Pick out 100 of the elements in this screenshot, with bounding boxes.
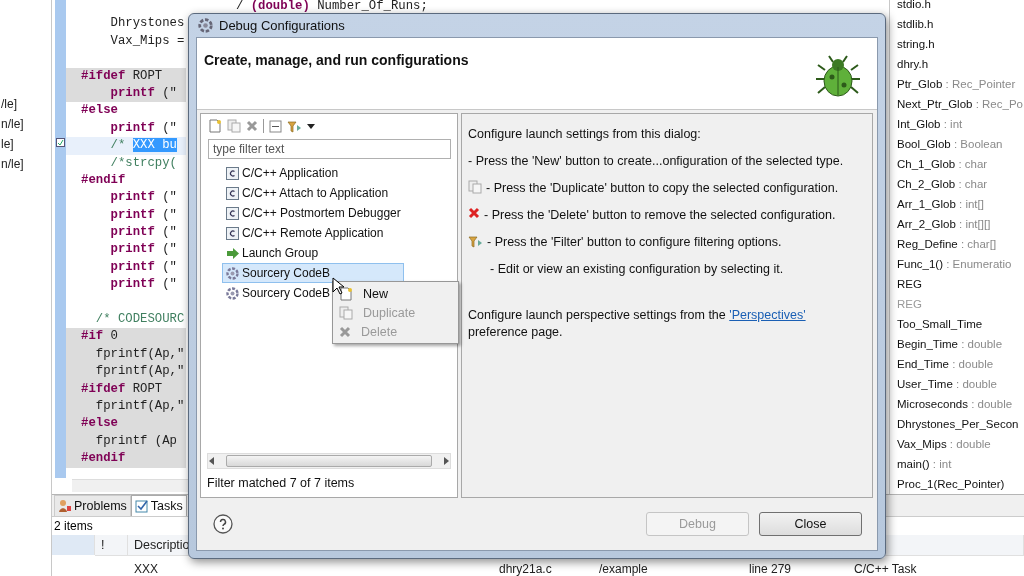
code-line: printf (": [109, 258, 178, 276]
info-text: - Press the 'Delete' button to remove the selected configuration.: [484, 207, 836, 223]
toolbar-button[interactable]: [307, 123, 315, 129]
outline-item[interactable]: string.h: [897, 34, 1024, 54]
perspectives-link[interactable]: 'Perspectives': [729, 308, 806, 322]
delete-icon: [468, 207, 480, 219]
task-marker-icon: [56, 138, 65, 147]
code-line: printf (": [109, 224, 178, 242]
tasks-icon: [134, 499, 149, 513]
code-line: /* CODESOURC: [94, 311, 186, 329]
outline-item[interactable]: Next_Ptr_Glob : Rec_Po: [897, 94, 1024, 114]
code-line: printf (": [109, 206, 178, 224]
tree-item[interactable]: C/C++ Attach to Application: [222, 183, 393, 203]
outline-item[interactable]: REG: [897, 274, 1024, 294]
table-cell-text: /example: [598, 562, 649, 576]
project-item[interactable]: n/le]: [0, 114, 51, 134]
problems-icon: [58, 499, 72, 513]
outline-item[interactable]: Begin_Time : double: [897, 334, 1024, 354]
close-button[interactable]: Close: [759, 512, 862, 536]
outline-item[interactable]: Arr_1_Glob : int[]: [897, 194, 1024, 214]
outline-item[interactable]: End_Time : double: [897, 354, 1024, 374]
delete-icon: [246, 120, 258, 132]
info-text: - Edit or view an existing configuration by selecting it.: [489, 261, 784, 277]
code-line: /*strcpy(: [109, 154, 178, 172]
tree-item[interactable]: Launch Group: [222, 243, 323, 263]
tree-item[interactable]: Sourcery CodeB: [222, 263, 404, 283]
table-cell-text: dhry21a.c: [498, 562, 553, 576]
scroll-thumb[interactable]: [226, 455, 432, 467]
project-item[interactable]: n/le]: [0, 154, 51, 174]
mouse-cursor-icon: [332, 277, 344, 295]
outline-item[interactable]: Bool_Glob : Boolean: [897, 134, 1024, 154]
filter-field[interactable]: type filter text: [208, 139, 451, 159]
filter-icon: [287, 118, 302, 134]
perspectives-paragraph: Configure launch perspective settings from the 'Perspectives' preference page.: [468, 307, 807, 341]
new-file-icon: [339, 286, 353, 301]
outline-item[interactable]: Ch_2_Glob : char: [897, 174, 1024, 194]
tree-item[interactable]: C/C++ Application: [222, 163, 343, 183]
tree-item[interactable]: Sourcery CodeB: [222, 283, 335, 303]
filter-status: Filter matched 7 of 7 items: [206, 475, 356, 492]
code-line: printf (": [109, 241, 178, 259]
filter-icon: [468, 234, 483, 249]
outline-item[interactable]: stdlib.h: [897, 14, 1024, 34]
outline-item[interactable]: Too_Small_Time: [897, 314, 1024, 334]
table-cell-text: C/C++ Task: [853, 562, 918, 576]
c-file-icon: [226, 206, 239, 220]
code-line: #endif: [80, 171, 127, 189]
outline-item[interactable]: Arr_2_Glob : int[][]: [897, 214, 1024, 234]
help-icon[interactable]: [213, 514, 233, 534]
gear-icon: [198, 18, 213, 33]
delete-icon: [339, 325, 351, 338]
table-cell-text: line 279: [748, 562, 793, 576]
code-line: printf (": [109, 189, 178, 207]
project-item[interactable]: /le]: [0, 94, 51, 114]
duplicate-icon: [339, 305, 353, 320]
info-text: Configure launch settings from this dialog:: [468, 126, 702, 143]
scroll-left-icon[interactable]: [208, 457, 216, 465]
gear-icon: [226, 266, 239, 280]
outline-item[interactable]: User_Time : double: [897, 374, 1024, 394]
outline-item[interactable]: Reg_Define : char[]: [897, 234, 1024, 254]
tree-item[interactable]: C/C++ Remote Application: [222, 223, 388, 243]
code-line: printf (": [109, 276, 178, 294]
outline-item[interactable]: Func_1() : Enumeratio: [897, 254, 1024, 274]
info-text: - Press the 'Duplicate' button to copy the selected configuration.: [486, 180, 839, 196]
window-title: Debug Configurations: [219, 18, 345, 33]
menu-item[interactable]: New: [335, 284, 456, 303]
table-cell-text: XXX: [133, 562, 159, 576]
launch-arrow-icon: [226, 247, 239, 259]
outline-item[interactable]: Proc_1(Rec_Pointer): [897, 474, 1024, 494]
view-tab[interactable]: Problems: [54, 495, 131, 516]
duplicate-icon: [468, 180, 482, 194]
outline-item[interactable]: dhry.h: [897, 54, 1024, 74]
code-line: Vax_Mips =: [109, 32, 186, 50]
outline-item[interactable]: Microseconds : double: [897, 394, 1024, 414]
horizontal-scrollbar[interactable]: [72, 479, 188, 492]
scroll-right-icon[interactable]: [442, 457, 450, 465]
toolbar-button[interactable]: [269, 119, 282, 133]
column-header[interactable]: !: [95, 535, 128, 556]
tree-item[interactable]: C/C++ Postmortem Debugger: [222, 203, 405, 223]
code-line: printf (": [109, 119, 178, 137]
project-item[interactable]: le]: [0, 134, 51, 154]
outline-item[interactable]: Vax_Mips : double: [897, 434, 1024, 454]
collapse-icon: [269, 119, 282, 133]
dialog-heading: Create, manage, and run configurations: [204, 52, 469, 70]
info-text: - Press the 'New' button to create...onfiguration of the selected type.: [468, 153, 844, 169]
info-text: - Press the 'Filter' button to configure filtering options.: [487, 234, 782, 250]
outline-item[interactable]: Ptr_Glob : Rec_Pointer: [897, 74, 1024, 94]
view-tab[interactable]: Tasks: [130, 495, 187, 516]
outline-item[interactable]: Int_Glob : int: [897, 114, 1024, 134]
outline-item[interactable]: Ch_1_Glob : char: [897, 154, 1024, 174]
new-file-icon: [208, 119, 222, 133]
dropdown-arrow-icon: [307, 123, 315, 129]
outline-item[interactable]: stdio.h: [897, 0, 1024, 14]
c-file-icon: [226, 166, 239, 180]
horizontal-scrollbar[interactable]: [207, 453, 451, 469]
outline-item[interactable]: Dhrystones_Per_Secon: [897, 414, 1024, 434]
code-line: #else: [80, 102, 119, 120]
code-line: / (double) Number_Of_Runs;: [234, 0, 428, 15]
item-count: 2 items: [53, 518, 93, 535]
outline-item[interactable]: main() : int: [897, 454, 1024, 474]
gear-icon: [226, 286, 239, 300]
